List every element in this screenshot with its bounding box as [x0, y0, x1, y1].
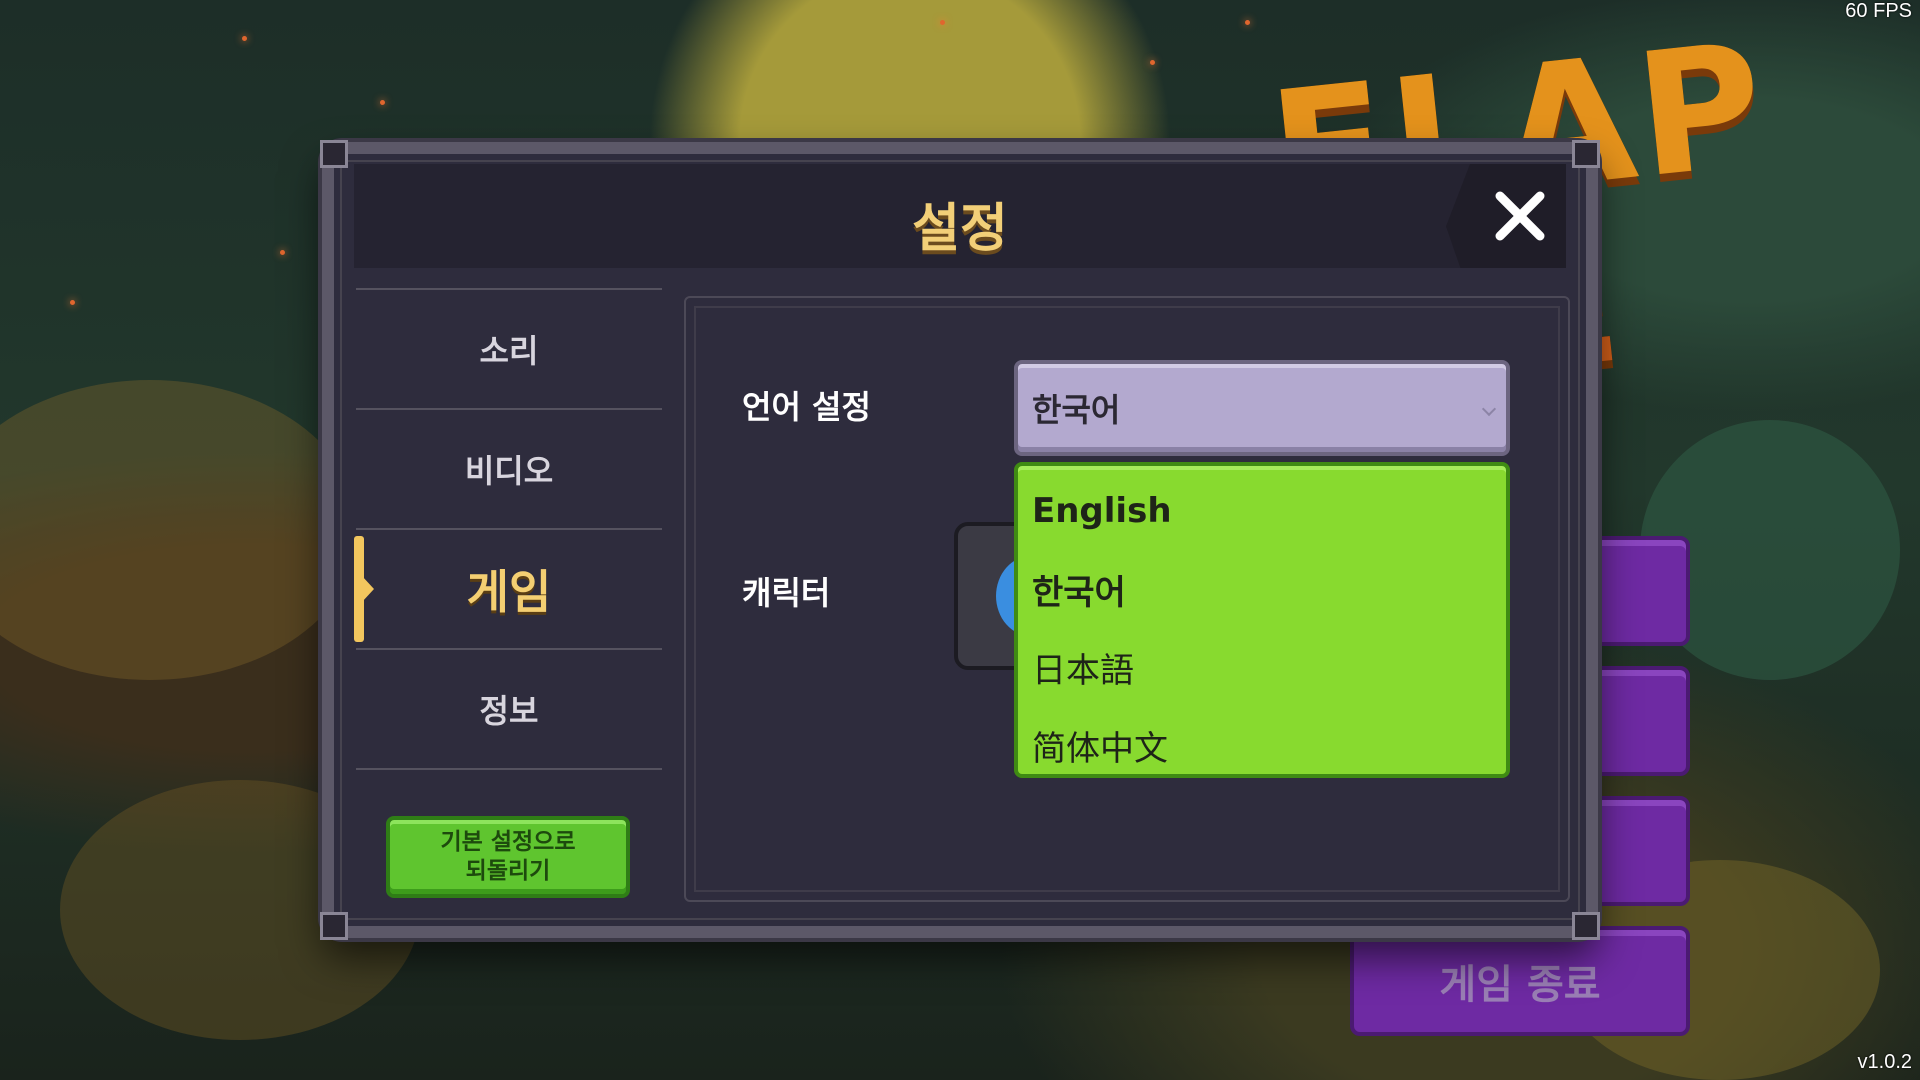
ember: [70, 300, 75, 305]
settings-sidebar: 소리 비디오 게임 정보: [354, 288, 662, 770]
frame-corner: [320, 140, 348, 168]
ember: [940, 20, 945, 25]
dialog-header: 설정: [354, 164, 1566, 268]
language-option-english[interactable]: English: [1018, 472, 1506, 550]
tab-sound[interactable]: 소리: [356, 288, 662, 408]
ember: [1150, 60, 1155, 65]
bg-cloud: [0, 380, 360, 680]
ember: [242, 36, 247, 41]
character-label: 캐릭터: [742, 574, 831, 612]
language-dropdown-list: English 한국어 日本語 简体中文: [1014, 462, 1510, 778]
fps-counter: 60 FPS: [1845, 0, 1912, 22]
version-label: v1.0.2: [1857, 1051, 1912, 1073]
ember: [380, 100, 385, 105]
frame-corner: [1572, 140, 1600, 168]
language-option-korean[interactable]: 한국어: [1018, 550, 1506, 628]
language-option-chinese[interactable]: 简体中文: [1018, 706, 1506, 784]
frame-corner: [1572, 912, 1600, 940]
tab-video[interactable]: 비디오: [356, 408, 662, 528]
active-tab-marker: [354, 536, 374, 642]
language-select[interactable]: 한국어: [1014, 360, 1510, 456]
exit-game-button[interactable]: 게임 종료: [1350, 926, 1690, 1036]
ember: [280, 250, 285, 255]
chevron-down-icon: [1481, 401, 1497, 417]
close-button[interactable]: [1446, 164, 1566, 268]
frame-corner: [320, 912, 348, 940]
language-label: 언어 설정: [742, 388, 871, 426]
settings-content-panel: 언어 설정 캐릭터 한국어 English 한국어 日本語 简体中文: [684, 296, 1570, 902]
close-x-icon: [1495, 191, 1545, 241]
tab-game[interactable]: 게임: [354, 528, 662, 648]
reset-defaults-button[interactable]: 기본 설정으로 되돌리기: [386, 816, 630, 898]
settings-dialog: 설정 소리 비디오 게임 정보 기본 설정으로 되돌리기 언어 설정 캐릭터 한…: [320, 140, 1600, 940]
tab-info[interactable]: 정보: [356, 648, 662, 770]
language-option-japanese[interactable]: 日本語: [1018, 628, 1506, 706]
dialog-title: 설정: [912, 199, 1008, 259]
ember: [1245, 20, 1250, 25]
